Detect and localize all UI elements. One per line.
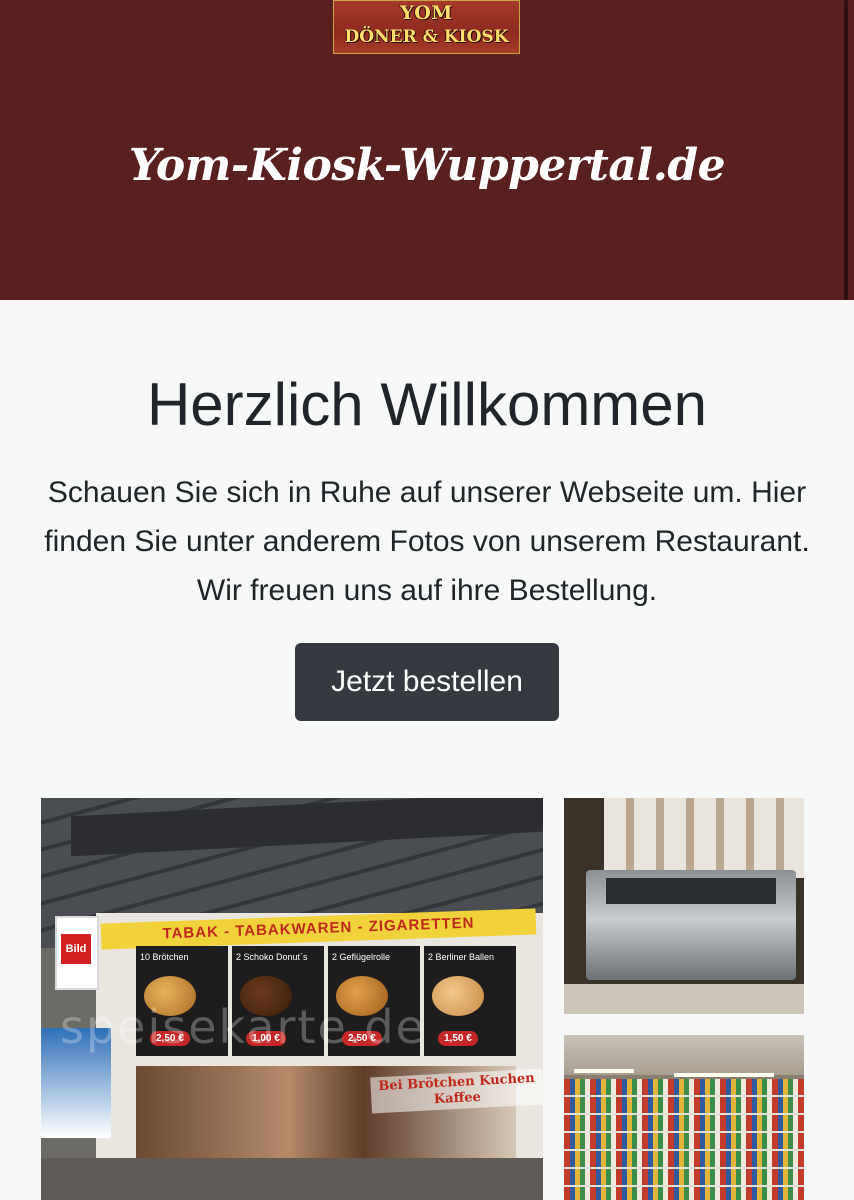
cup-stacks (604, 798, 804, 878)
coffee-machine-photo[interactable] (564, 798, 804, 1014)
fridge (41, 1028, 111, 1138)
window-panel: 2 Berliner Ballen 1,50 € (424, 946, 516, 1056)
window-panels: 10 Brötchen 2,50 € 2 Schoko Donut`s 1,00… (136, 946, 516, 1056)
shop-interior-photo[interactable] (564, 1035, 804, 1200)
espresso-machine (586, 870, 796, 980)
order-now-button[interactable]: Jetzt bestellen (295, 643, 559, 721)
window-panel: 10 Brötchen 2,50 € (136, 946, 228, 1056)
storefront-photo[interactable]: TABAK - TABAKWAREN - ZIGARETTEN Bild 10 … (41, 798, 543, 1200)
panel-label: 2 Geflügelrolle (332, 952, 391, 962)
window-panel: 2 Schoko Donut`s 1,00 € (232, 946, 324, 1056)
bild-sign: Bild (55, 916, 99, 990)
intro-text: Schauen Sie sich in Ruhe auf unserer Web… (44, 476, 810, 607)
panel-label: 2 Berliner Ballen (428, 952, 495, 962)
brand-logo[interactable]: YOM DÖNER & KIOSK (333, 0, 520, 54)
product-shelves (564, 1079, 804, 1200)
panel-label: 10 Brötchen (140, 952, 189, 962)
food-image (432, 976, 484, 1016)
window-panel: 2 Geflügelrolle 2,50 € (328, 946, 420, 1056)
food-image (240, 976, 292, 1016)
panel-price: 1,50 € (438, 1031, 478, 1046)
ceiling-light (574, 1069, 634, 1073)
sidewalk (41, 1158, 543, 1200)
bild-logo: Bild (61, 934, 91, 964)
panel-label: 2 Schoko Donut`s (236, 952, 308, 962)
panel-price: 2,50 € (150, 1031, 190, 1046)
logo-line-2: DÖNER & KIOSK (344, 27, 509, 47)
panel-price: 2,50 € (342, 1031, 382, 1046)
panel-price: 1,00 € (246, 1031, 286, 1046)
machine-panel (606, 878, 776, 904)
scrollbar[interactable] (844, 0, 848, 300)
site-title[interactable]: Yom-Kiosk-Wuppertal.de (0, 140, 854, 191)
logo-line-1: YOM (400, 2, 453, 24)
food-image (336, 976, 388, 1016)
counter (564, 984, 804, 1014)
site-header: YOM DÖNER & KIOSK Yom-Kiosk-Wuppertal.de (0, 0, 854, 300)
ceiling-light (674, 1073, 774, 1077)
food-image (144, 976, 196, 1016)
page-title: Herzlich Willkommen (146, 371, 708, 438)
